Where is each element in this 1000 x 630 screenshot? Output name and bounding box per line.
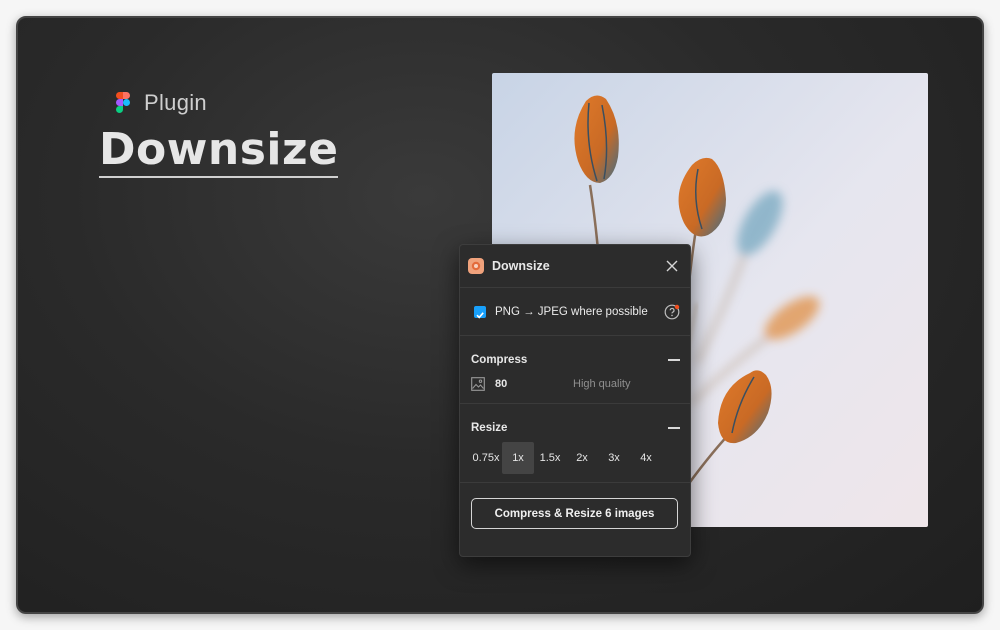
png-to-jpeg-label: PNG → JPEG where possible bbox=[495, 305, 648, 318]
scale-option[interactable]: 3x bbox=[598, 442, 630, 474]
minus-icon bbox=[668, 359, 680, 361]
checkmark-icon bbox=[475, 307, 485, 319]
compress-section: Compress 80 High quality bbox=[460, 336, 690, 404]
resize-title: Resize bbox=[471, 422, 508, 434]
compress-title: Compress bbox=[471, 354, 528, 366]
compress-resize-button[interactable]: Compress & Resize 6 images bbox=[471, 498, 678, 529]
resize-section: Resize 0.75x 1x 1.5x 2x 3x 4x bbox=[460, 404, 690, 483]
scale-option[interactable]: 0.75x bbox=[470, 442, 502, 474]
image-icon bbox=[471, 376, 485, 391]
hero-card: Plugin Downsize Downsize PNG → JPEG wher… bbox=[16, 16, 984, 614]
plugin-app-icon bbox=[468, 258, 484, 274]
png-to-jpeg-option[interactable]: PNG → JPEG where possible bbox=[460, 288, 690, 336]
scale-option-selected[interactable]: 1x bbox=[502, 442, 534, 474]
png-to-jpeg-checkbox[interactable] bbox=[474, 305, 486, 319]
plugin-header: Downsize bbox=[460, 245, 690, 288]
minus-icon bbox=[668, 427, 680, 429]
collapse-resize-button[interactable] bbox=[668, 421, 680, 435]
scale-option[interactable]: 4x bbox=[630, 442, 662, 474]
help-icon[interactable] bbox=[664, 304, 680, 320]
plugin-title: Downsize bbox=[492, 259, 550, 273]
collapse-compress-button[interactable] bbox=[668, 353, 680, 367]
quality-label: High quality bbox=[573, 377, 631, 390]
close-icon[interactable] bbox=[664, 258, 680, 274]
brand: Plugin bbox=[116, 90, 207, 116]
brand-label: Plugin bbox=[144, 90, 207, 115]
scale-option[interactable]: 1.5x bbox=[534, 442, 566, 474]
plugin-window: Downsize PNG → JPEG where possible Compr… bbox=[459, 244, 691, 557]
page-title: Downsize bbox=[99, 124, 339, 178]
scale-option[interactable]: 2x bbox=[566, 442, 598, 474]
scale-options: 0.75x 1x 1.5x 2x 3x 4x bbox=[470, 442, 680, 482]
quality-value-input[interactable]: 80 bbox=[495, 378, 573, 390]
figma-logo-icon bbox=[116, 92, 130, 114]
